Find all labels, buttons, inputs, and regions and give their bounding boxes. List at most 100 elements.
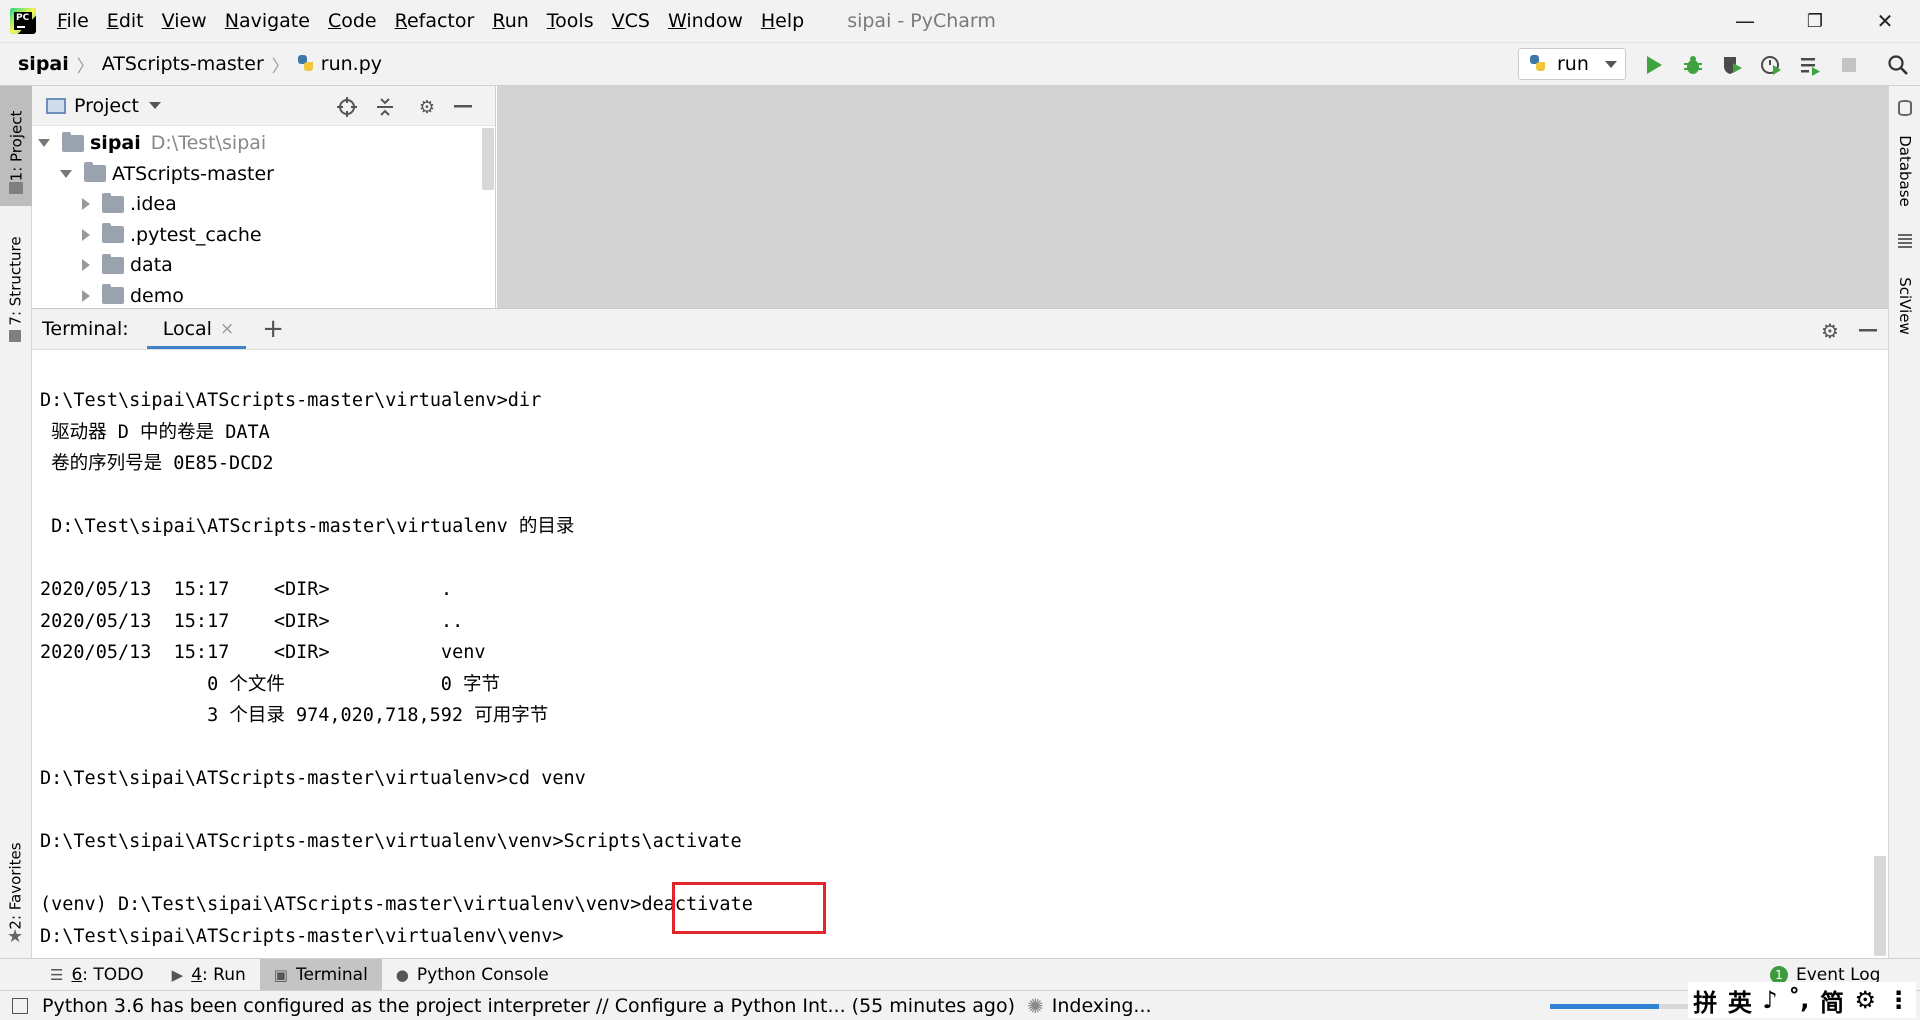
gear-icon[interactable]: ⚙ bbox=[416, 96, 438, 118]
chevron-down-icon[interactable] bbox=[60, 169, 72, 178]
collapse-all-icon[interactable] bbox=[374, 96, 396, 118]
terminal-title: Terminal: bbox=[42, 318, 129, 340]
bottom-tab-terminal[interactable]: ▣ Terminal bbox=[259, 958, 382, 991]
tool-tab-favorites[interactable]: 2: Favorites ★ bbox=[0, 821, 32, 951]
menu-label-rest: elp bbox=[775, 10, 805, 32]
menu-file[interactable]: File bbox=[48, 0, 98, 42]
ime-item[interactable]: 英 bbox=[1728, 983, 1752, 1018]
minimize-button[interactable]: — bbox=[1712, 0, 1778, 42]
toggle-tool-windows-icon[interactable] bbox=[12, 997, 28, 1014]
tool-tab-database[interactable]: Database bbox=[1889, 116, 1920, 226]
menu-refactor[interactable]: Refactor bbox=[386, 0, 484, 42]
gear-icon[interactable]: ⚙ bbox=[1818, 319, 1842, 343]
menu-navigate[interactable]: Navigate bbox=[216, 0, 319, 42]
chevron-right-icon[interactable] bbox=[82, 228, 90, 241]
tool-tab-structure[interactable]: 7: Structure bbox=[0, 216, 32, 346]
bottom-tab-number: 4 bbox=[191, 964, 203, 985]
menu-help[interactable]: Help bbox=[752, 0, 813, 42]
tree-item[interactable]: ATScripts-master bbox=[60, 159, 274, 189]
menu-mnemonic: W bbox=[667, 10, 687, 32]
breadcrumb-folder[interactable]: ATScripts-master bbox=[102, 53, 264, 75]
chevron-down-icon[interactable] bbox=[149, 102, 162, 109]
tree-item-label: sipai bbox=[90, 132, 141, 154]
terminal-line: 卷的序列号是 0E85-DCD2 bbox=[40, 453, 274, 474]
sciview-icon bbox=[1898, 234, 1912, 248]
tree-item[interactable]: .idea bbox=[82, 189, 177, 219]
menu-tools[interactable]: Tools bbox=[538, 0, 603, 42]
run-icon[interactable] bbox=[1640, 51, 1668, 79]
terminal-scrollbar[interactable] bbox=[1874, 856, 1886, 956]
bottom-tab-label: : TODO bbox=[82, 964, 144, 985]
restore-button[interactable]: ❐ bbox=[1782, 0, 1848, 42]
terminal-line: 2020/05/13 15:17 <DIR> . bbox=[40, 579, 453, 600]
tree-item[interactable]: sipai D:\Test\sipai bbox=[38, 128, 266, 158]
project-scrollbar[interactable] bbox=[482, 128, 494, 190]
menu-edit[interactable]: Edit bbox=[98, 0, 153, 42]
project-panel-title[interactable]: Project bbox=[74, 95, 139, 117]
pycharm-logo-icon: PC bbox=[10, 8, 36, 34]
hide-panel-icon[interactable] bbox=[452, 96, 474, 118]
new-terminal-tab-button[interactable]: + bbox=[262, 314, 284, 344]
run-configuration-dropdown[interactable]: run bbox=[1518, 48, 1626, 80]
close-icon[interactable]: × bbox=[220, 319, 234, 339]
chevron-right-icon[interactable] bbox=[82, 198, 90, 210]
terminal-output[interactable]: D:\Test\sipai\ATScripts-master\virtualen… bbox=[40, 385, 753, 952]
menu-run[interactable]: Run bbox=[483, 0, 537, 42]
ime-toolbar: 拼英 ♪ ˚, 简 ⚙ ⋮ bbox=[1688, 982, 1916, 1018]
bottom-tab-todo[interactable]: ☰ 6: TODO bbox=[36, 959, 158, 991]
debug-icon[interactable] bbox=[1679, 51, 1707, 79]
search-icon[interactable] bbox=[1884, 51, 1912, 79]
breadcrumb-separator: 〉 bbox=[271, 56, 289, 77]
chevron-down-icon[interactable] bbox=[38, 139, 50, 147]
hide-panel-icon[interactable] bbox=[1856, 319, 1880, 343]
tool-tab-sciview[interactable]: SciView bbox=[1889, 251, 1920, 361]
ime-item[interactable]: ⋮ bbox=[1887, 986, 1911, 1014]
bottom-tab-run[interactable]: ▶ 4: Run bbox=[158, 959, 260, 991]
close-button[interactable]: ✕ bbox=[1852, 0, 1918, 42]
tool-tab-structure-label: 7: Structure bbox=[7, 236, 25, 326]
menu-label-rest: dit bbox=[118, 10, 144, 32]
ime-item[interactable]: ♪ bbox=[1762, 986, 1777, 1014]
menu-view[interactable]: View bbox=[153, 0, 216, 42]
chevron-right-icon[interactable] bbox=[82, 289, 90, 302]
coverage-icon[interactable] bbox=[1718, 51, 1746, 79]
indexing-label[interactable]: Indexing... bbox=[1052, 995, 1152, 1017]
terminal-icon: ▣ bbox=[273, 965, 288, 984]
menu-vcs[interactable]: VCS bbox=[603, 0, 659, 42]
stop-icon[interactable] bbox=[1835, 51, 1863, 79]
ime-item[interactable]: 简 bbox=[1820, 983, 1844, 1018]
terminal-body[interactable]: D:\Test\sipai\ATScripts-master\virtualen… bbox=[32, 350, 1888, 958]
chevron-right-icon[interactable] bbox=[82, 259, 90, 271]
menu-mnemonic: T bbox=[546, 10, 556, 32]
window-title: sipai - PyCharm bbox=[847, 10, 996, 32]
terminal-tab-local[interactable]: Local × bbox=[146, 309, 247, 349]
status-bar: Python 3.6 has been configured as the pr… bbox=[0, 990, 1920, 1020]
tree-item[interactable]: data bbox=[82, 250, 173, 280]
tree-item-label: .idea bbox=[130, 193, 177, 215]
tree-item[interactable]: .pytest_cache bbox=[82, 220, 262, 250]
menu-window[interactable]: Window bbox=[659, 0, 752, 42]
terminal-line: D:\Test\sipai\ATScripts-master\virtualen… bbox=[40, 390, 542, 411]
bottom-tab-label: : Run bbox=[202, 964, 246, 985]
menu-mnemonic: C bbox=[327, 10, 342, 32]
menu-label-rest: indow bbox=[686, 10, 743, 32]
status-message[interactable]: Python 3.6 has been configured as the pr… bbox=[42, 995, 1015, 1017]
breadcrumb-file[interactable]: run.py bbox=[297, 53, 382, 75]
menu-code[interactable]: Code bbox=[319, 0, 386, 42]
menu-label-rest: ode bbox=[341, 10, 377, 32]
concurrency-icon[interactable] bbox=[1796, 51, 1824, 79]
tool-tab-project[interactable]: 1: Project bbox=[0, 86, 32, 206]
bottom-tab-pythonconsole[interactable]: ● Python Console bbox=[382, 959, 563, 991]
todo-icon: ☰ bbox=[50, 965, 64, 984]
menu-bar: File Edit View Navigate Code Refactor Run Tools… bbox=[48, 0, 813, 42]
breadcrumb-root[interactable]: sipai bbox=[18, 53, 69, 75]
locate-icon[interactable] bbox=[336, 96, 358, 118]
structure-icon bbox=[9, 330, 21, 342]
profile-icon[interactable] bbox=[1757, 51, 1785, 79]
tree-item[interactable]: demo bbox=[82, 281, 184, 311]
ime-item[interactable]: ˚, bbox=[1788, 986, 1809, 1014]
ime-item[interactable]: ⚙ bbox=[1855, 986, 1877, 1014]
ime-item[interactable]: 拼 bbox=[1693, 983, 1717, 1018]
